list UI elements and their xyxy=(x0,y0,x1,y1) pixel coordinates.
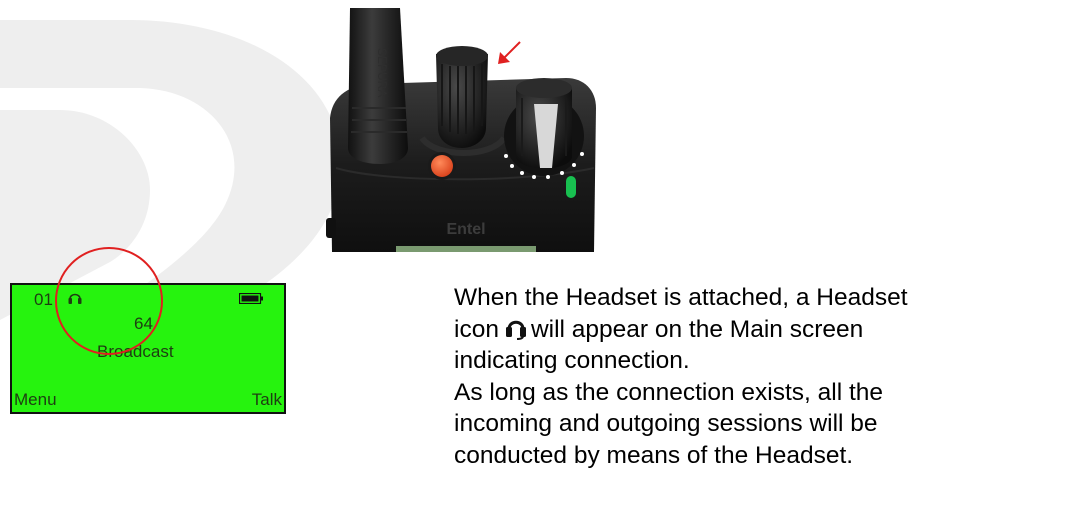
radio-photo: Entel SEPURA xyxy=(326,8,596,252)
description-line: conducted by means of the Headset. xyxy=(454,441,854,469)
lcd-channel-number: 01 xyxy=(34,290,53,309)
description-line-end: will appear on the Main screen xyxy=(530,315,864,343)
description-line: indicating connection. xyxy=(454,347,690,374)
brand-label: Entel xyxy=(446,221,485,238)
manual-page: Entel SEPURA 01 64 Broadcast Menu Talk W… xyxy=(0,0,1086,508)
battery-icon xyxy=(239,293,263,304)
description-line: incoming and outgoing sessions will be xyxy=(454,410,878,437)
description-line-with-icon: icon will appear on the Main screen xyxy=(454,314,1082,346)
headset-icon xyxy=(505,320,526,340)
lcd-talk-softkey: Talk xyxy=(251,390,282,409)
description-text: When the Headset is attached, a Headset … xyxy=(454,282,1082,471)
red-arrow-icon xyxy=(498,41,521,64)
description-line-start: icon xyxy=(454,315,499,343)
svg-text:SEPURA: SEPURA xyxy=(375,48,389,97)
description-line: As long as the connection exists, all th… xyxy=(454,378,884,406)
description-line: When the Headset is attached, a Headset xyxy=(454,284,908,311)
highlight-circle xyxy=(55,247,163,355)
lcd-menu-softkey: Menu xyxy=(14,390,57,409)
